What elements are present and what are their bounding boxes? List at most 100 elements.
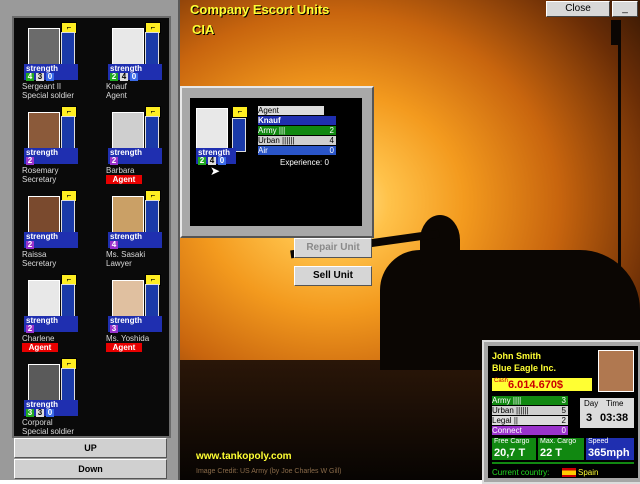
strength-box: strength 2 4 0 bbox=[196, 148, 236, 165]
player-status: John Smith Blue Eagle Inc. Cash 6.014.67… bbox=[488, 346, 638, 478]
image-credit: Image Credit: US Army (by Joe Charles W … bbox=[196, 468, 342, 475]
unit-name: Sergeant II Special soldier bbox=[22, 82, 92, 100]
unit-role: Special soldier bbox=[22, 427, 75, 436]
unit-name: Charlene bbox=[22, 334, 55, 343]
detail-skill-air: Air 0 bbox=[258, 146, 336, 155]
sell-unit-button[interactable]: Sell Unit bbox=[294, 266, 372, 286]
strength-box: strength 4 bbox=[108, 232, 162, 249]
skill-label: Air bbox=[258, 146, 268, 155]
detail-skill-urban: Urban |||||| 4 bbox=[258, 136, 336, 145]
skill-value: 4 bbox=[329, 136, 334, 145]
strength-box: strength 2 bbox=[24, 232, 78, 249]
website-link[interactable]: www.tankopoly.com bbox=[196, 451, 292, 462]
strength-box: strength 2 4 0 bbox=[108, 64, 162, 81]
unit-stat: 2 bbox=[26, 156, 34, 165]
unit-card[interactable]: ⌐ strength 2 Charlene Agent bbox=[20, 274, 92, 358]
player-avatar bbox=[598, 350, 634, 392]
strength-box: strength 2 bbox=[24, 316, 78, 333]
unit-stat: 2 bbox=[26, 324, 34, 333]
unit-stat: 2 bbox=[26, 240, 34, 249]
player-name: John Smith bbox=[492, 351, 541, 361]
country-value: Spain bbox=[578, 468, 599, 477]
max-cargo-box: Max. Cargo 22 T bbox=[538, 438, 584, 460]
unit-stat: 0 bbox=[130, 72, 138, 81]
pistol-icon: ⌐ bbox=[232, 106, 248, 118]
skill-value: 2 bbox=[329, 126, 334, 135]
player-strength-connect: Connect 0 bbox=[492, 426, 568, 435]
unit-detail-panel: ⌐ strength 2 4 0 ➤ Agent Knauf Army ||| … bbox=[180, 86, 374, 238]
unit-name: Raissa Secretary bbox=[22, 250, 92, 268]
unit-role: Secretary bbox=[22, 175, 57, 184]
close-button[interactable]: Close bbox=[546, 1, 610, 17]
unit-card[interactable]: ⌐ strength 2 Rosemary Secretary bbox=[20, 106, 92, 190]
minimize-button[interactable]: _ bbox=[612, 1, 638, 17]
skill-bar: |||||| bbox=[282, 136, 295, 145]
unit-stat: 2 bbox=[110, 72, 118, 81]
strength-box: strength 3 3 0 bbox=[24, 400, 78, 417]
unit-detail-view: ⌐ strength 2 4 0 ➤ Agent Knauf Army ||| … bbox=[190, 98, 362, 226]
unit-stat: 4 bbox=[120, 72, 128, 81]
day-value: 3 bbox=[586, 412, 593, 424]
unit-stat: 3 bbox=[36, 72, 44, 81]
stat-army: 2 bbox=[198, 156, 206, 165]
unit-name: Knauf Agent bbox=[106, 82, 176, 100]
repair-unit-button[interactable]: Repair Unit bbox=[294, 238, 372, 258]
skill-bar: ||| bbox=[278, 126, 286, 135]
unit-list: ⌐ strength 4 3 0 Sergeant II Special soldier ⌐ s… bbox=[12, 16, 171, 438]
player-strength-urban: Urban |||||| 5 bbox=[492, 406, 568, 415]
strength-box: strength 4 3 0 bbox=[24, 64, 78, 81]
unit-card[interactable]: ⌐ strength 4 Ms. Sasaki Lawyer bbox=[104, 190, 176, 274]
player-strength-army: Army |||| 3 bbox=[492, 396, 568, 405]
unit-card[interactable]: ⌐ strength 4 3 0 Sergeant II Special soldier bbox=[20, 22, 92, 106]
unit-stat: 0 bbox=[46, 408, 54, 417]
unit-name: Ms. Sasaki Lawyer bbox=[106, 250, 176, 268]
spain-flag-icon bbox=[562, 468, 576, 477]
agent-badge: Agent bbox=[106, 175, 142, 184]
strength-box: strength 3 bbox=[108, 316, 162, 333]
unit-name: Ms. Yoshida bbox=[106, 334, 150, 343]
cursor-icon: ➤ bbox=[210, 164, 221, 178]
player-company: Blue Eagle Inc. bbox=[492, 363, 557, 373]
detail-experience: Experience: 0 bbox=[280, 158, 329, 167]
page-title: Company Escort Units bbox=[190, 2, 330, 17]
scroll-up-button[interactable]: UP bbox=[14, 438, 167, 458]
flag-silhouette bbox=[611, 20, 621, 45]
unit-stat: 4 bbox=[26, 72, 34, 81]
player-status-panel: John Smith Blue Eagle Inc. Cash 6.014.67… bbox=[482, 340, 640, 484]
soldier-silhouette bbox=[420, 215, 460, 265]
cargo-bar bbox=[492, 462, 634, 464]
unit-name: Barbara bbox=[106, 166, 135, 175]
player-strength-legal: Legal || 2 bbox=[492, 416, 568, 425]
cash-label: Cash bbox=[494, 378, 509, 384]
unit-stat: 3 bbox=[26, 408, 34, 417]
unit-role: Agent bbox=[106, 91, 127, 100]
time-value: 03:38 bbox=[600, 412, 629, 424]
agent-badge: Agent bbox=[106, 343, 142, 352]
cash-value: 6.014.670$ bbox=[508, 379, 564, 391]
detail-skill-army: Army ||| 2 bbox=[258, 126, 336, 135]
unit-list-panel: ⌐ strength 4 3 0 Sergeant II Special soldier ⌐ s… bbox=[0, 0, 180, 480]
scroll-down-button[interactable]: Down bbox=[14, 459, 167, 479]
unit-stat: 2 bbox=[110, 156, 118, 165]
unit-card[interactable]: ⌐ strength 3 3 0 Corporal Special soldier bbox=[20, 358, 92, 442]
unit-side-bar bbox=[232, 118, 246, 152]
time-label: Time bbox=[606, 399, 624, 408]
unit-card[interactable]: ⌐ strength 2 Raissa Secretary bbox=[20, 190, 92, 274]
agent-badge: Agent bbox=[22, 343, 58, 352]
unit-stat: 0 bbox=[46, 72, 54, 81]
unit-card[interactable]: ⌐ strength 2 4 0 Knauf Agent bbox=[104, 22, 176, 106]
free-cargo-box: Free Cargo 20,7 T bbox=[492, 438, 536, 460]
unit-role: Special soldier bbox=[22, 91, 75, 100]
cash-box: Cash 6.014.670$ bbox=[492, 378, 592, 391]
page-subtitle: CIA bbox=[192, 22, 215, 37]
unit-stat: 4 bbox=[110, 240, 118, 249]
strength-box: strength 2 bbox=[108, 148, 162, 165]
skill-value: 0 bbox=[329, 146, 334, 155]
detail-name: Knauf bbox=[258, 116, 336, 125]
unit-stat: 3 bbox=[110, 324, 118, 333]
unit-portrait bbox=[196, 108, 228, 150]
unit-card[interactable]: ⌐ strength 3 Ms. Yoshida Agent bbox=[104, 274, 176, 358]
antenna-silhouette bbox=[618, 20, 621, 290]
day-label: Day bbox=[584, 399, 599, 408]
unit-card[interactable]: ⌐ strength 2 Barbara Agent bbox=[104, 106, 176, 190]
